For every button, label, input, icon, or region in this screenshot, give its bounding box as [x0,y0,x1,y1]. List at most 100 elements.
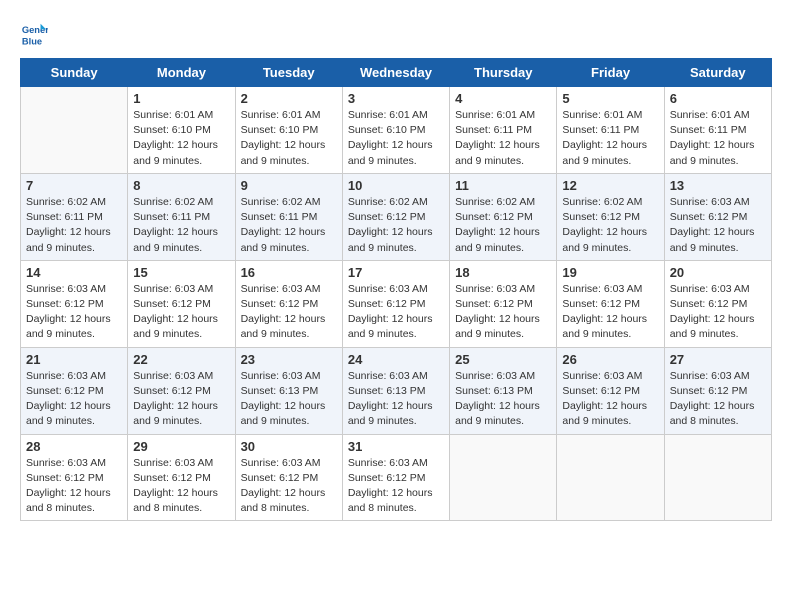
calendar-day-cell [557,434,664,521]
calendar-week-row: 1 Sunrise: 6:01 AMSunset: 6:10 PMDaylight… [21,87,772,174]
day-info: Sunrise: 6:01 AMSunset: 6:10 PMDaylight:… [133,108,229,169]
weekday-header-row: SundayMondayTuesdayWednesdayThursdayFrid… [21,59,772,87]
day-number: 22 [133,352,229,367]
day-info: Sunrise: 6:03 AMSunset: 6:12 PMDaylight:… [562,282,658,343]
calendar-day-cell: 12Sunrise: 6:02 AMSunset: 6:12 PMDayligh… [557,173,664,260]
calendar-day-cell [21,87,128,174]
weekday-header-sunday: Sunday [21,59,128,87]
day-number: 12 [562,178,658,193]
day-number: 23 [241,352,337,367]
day-number: 29 [133,439,229,454]
day-number: 26 [562,352,658,367]
weekday-header-wednesday: Wednesday [342,59,449,87]
calendar-day-cell: 31Sunrise: 6:03 AMSunset: 6:12 PMDayligh… [342,434,449,521]
day-info: Sunrise: 6:02 AMSunset: 6:11 PMDaylight:… [26,195,122,256]
day-info: Sunrise: 6:03 AMSunset: 6:12 PMDaylight:… [133,456,229,517]
calendar-day-cell: 10 Sunrise: 6:02 AMSunset: 6:12 PMDayligh… [342,173,449,260]
day-number: 17 [348,265,444,280]
day-number: 5 [562,91,658,106]
day-info: Sunrise: 6:03 AMSunset: 6:12 PMDaylight:… [562,369,658,430]
calendar-table: SundayMondayTuesdayWednesdayThursdayFrid… [20,58,772,521]
day-number: 18 [455,265,551,280]
day-info: Sunrise: 6:03 AMSunset: 6:13 PMDaylight:… [348,369,444,430]
day-info: Sunrise: 6:03 AMSunset: 6:12 PMDaylight:… [241,282,337,343]
calendar-day-cell: 17 Sunrise: 6:03 AMSunset: 6:12 PMDayligh… [342,260,449,347]
day-info: Sunrise: 6:01 AMSunset: 6:10 PMDaylight:… [241,108,337,169]
day-info: Sunrise: 6:03 AMSunset: 6:13 PMDaylight:… [241,369,337,430]
calendar-day-cell: 28 Sunrise: 6:03 AMSunset: 6:12 PMDayligh… [21,434,128,521]
calendar-day-cell: 4 Sunrise: 6:01 AMSunset: 6:11 PMDaylight… [450,87,557,174]
calendar-day-cell: 3 Sunrise: 6:01 AMSunset: 6:10 PMDaylight… [342,87,449,174]
weekday-header-thursday: Thursday [450,59,557,87]
day-info: Sunrise: 6:03 AMSunset: 6:12 PMDaylight:… [133,369,229,430]
day-info: Sunrise: 6:03 AMSunset: 6:12 PMDaylight:… [348,282,444,343]
day-number: 27 [670,352,766,367]
day-info: Sunrise: 6:03 AMSunset: 6:12 PMDaylight:… [670,195,766,256]
calendar-day-cell: 1 Sunrise: 6:01 AMSunset: 6:10 PMDaylight… [128,87,235,174]
day-number: 7 [26,178,122,193]
day-number: 21 [26,352,122,367]
calendar-day-cell [664,434,771,521]
day-info: Sunrise: 6:01 AMSunset: 6:11 PMDaylight:… [562,108,658,169]
day-number: 4 [455,91,551,106]
weekday-header-friday: Friday [557,59,664,87]
calendar-day-cell: 7 Sunrise: 6:02 AMSunset: 6:11 PMDaylight… [21,173,128,260]
day-info: Sunrise: 6:01 AMSunset: 6:10 PMDaylight:… [348,108,444,169]
day-number: 15 [133,265,229,280]
calendar-day-cell: 26 Sunrise: 6:03 AMSunset: 6:12 PMDayligh… [557,347,664,434]
logo: General Blue [20,20,52,48]
calendar-day-cell: 22 Sunrise: 6:03 AMSunset: 6:12 PMDayligh… [128,347,235,434]
day-number: 25 [455,352,551,367]
day-number: 1 [133,91,229,106]
day-number: 20 [670,265,766,280]
day-number: 16 [241,265,337,280]
day-number: 24 [348,352,444,367]
day-number: 19 [562,265,658,280]
day-number: 9 [241,178,337,193]
calendar-week-row: 14 Sunrise: 6:03 AMSunset: 6:12 PMDayligh… [21,260,772,347]
day-info: Sunrise: 6:02 AMSunset: 6:12 PMDaylight:… [455,195,551,256]
day-number: 30 [241,439,337,454]
weekday-header-saturday: Saturday [664,59,771,87]
calendar-day-cell: 15 Sunrise: 6:03 AMSunset: 6:12 PMDayligh… [128,260,235,347]
day-number: 3 [348,91,444,106]
day-number: 2 [241,91,337,106]
day-info: Sunrise: 6:02 AMSunset: 6:12 PMDaylight:… [348,195,444,256]
calendar-day-cell: 20 Sunrise: 6:03 AMSunset: 6:12 PMDayligh… [664,260,771,347]
calendar-week-row: 21 Sunrise: 6:03 AMSunset: 6:12 PMDayligh… [21,347,772,434]
day-info: Sunrise: 6:02 AMSunset: 6:11 PMDaylight:… [241,195,337,256]
calendar-day-cell: 5 Sunrise: 6:01 AMSunset: 6:11 PMDaylight… [557,87,664,174]
calendar-day-cell: 6Sunrise: 6:01 AMSunset: 6:11 PMDaylight… [664,87,771,174]
calendar-day-cell: 16 Sunrise: 6:03 AMSunset: 6:12 PMDayligh… [235,260,342,347]
day-number: 6 [670,91,766,106]
day-number: 11 [455,178,551,193]
weekday-header-monday: Monday [128,59,235,87]
weekday-header-tuesday: Tuesday [235,59,342,87]
day-info: Sunrise: 6:03 AMSunset: 6:12 PMDaylight:… [348,456,444,517]
day-info: Sunrise: 6:01 AMSunset: 6:11 PMDaylight:… [455,108,551,169]
day-number: 8 [133,178,229,193]
day-info: Sunrise: 6:03 AMSunset: 6:12 PMDaylight:… [26,456,122,517]
day-info: Sunrise: 6:02 AMSunset: 6:11 PMDaylight:… [133,195,229,256]
day-number: 14 [26,265,122,280]
day-number: 28 [26,439,122,454]
svg-text:General: General [22,25,48,35]
calendar-day-cell: 25 Sunrise: 6:03 AMSunset: 6:13 PMDayligh… [450,347,557,434]
calendar-day-cell: 9 Sunrise: 6:02 AMSunset: 6:11 PMDaylight… [235,173,342,260]
calendar-day-cell: 29 Sunrise: 6:03 AMSunset: 6:12 PMDayligh… [128,434,235,521]
day-info: Sunrise: 6:03 AMSunset: 6:12 PMDaylight:… [670,282,766,343]
svg-text:Blue: Blue [22,36,42,46]
day-info: Sunrise: 6:03 AMSunset: 6:12 PMDaylight:… [26,369,122,430]
calendar-day-cell: 8 Sunrise: 6:02 AMSunset: 6:11 PMDaylight… [128,173,235,260]
day-number: 10 [348,178,444,193]
calendar-week-row: 7 Sunrise: 6:02 AMSunset: 6:11 PMDaylight… [21,173,772,260]
calendar-day-cell [450,434,557,521]
day-info: Sunrise: 6:03 AMSunset: 6:12 PMDaylight:… [670,369,766,430]
calendar-day-cell: 2 Sunrise: 6:01 AMSunset: 6:10 PMDaylight… [235,87,342,174]
day-info: Sunrise: 6:03 AMSunset: 6:12 PMDaylight:… [26,282,122,343]
day-info: Sunrise: 6:03 AMSunset: 6:12 PMDaylight:… [133,282,229,343]
day-info: Sunrise: 6:03 AMSunset: 6:13 PMDaylight:… [455,369,551,430]
calendar-day-cell: 11 Sunrise: 6:02 AMSunset: 6:12 PMDayligh… [450,173,557,260]
calendar-day-cell: 14 Sunrise: 6:03 AMSunset: 6:12 PMDayligh… [21,260,128,347]
calendar-day-cell: 21 Sunrise: 6:03 AMSunset: 6:12 PMDayligh… [21,347,128,434]
